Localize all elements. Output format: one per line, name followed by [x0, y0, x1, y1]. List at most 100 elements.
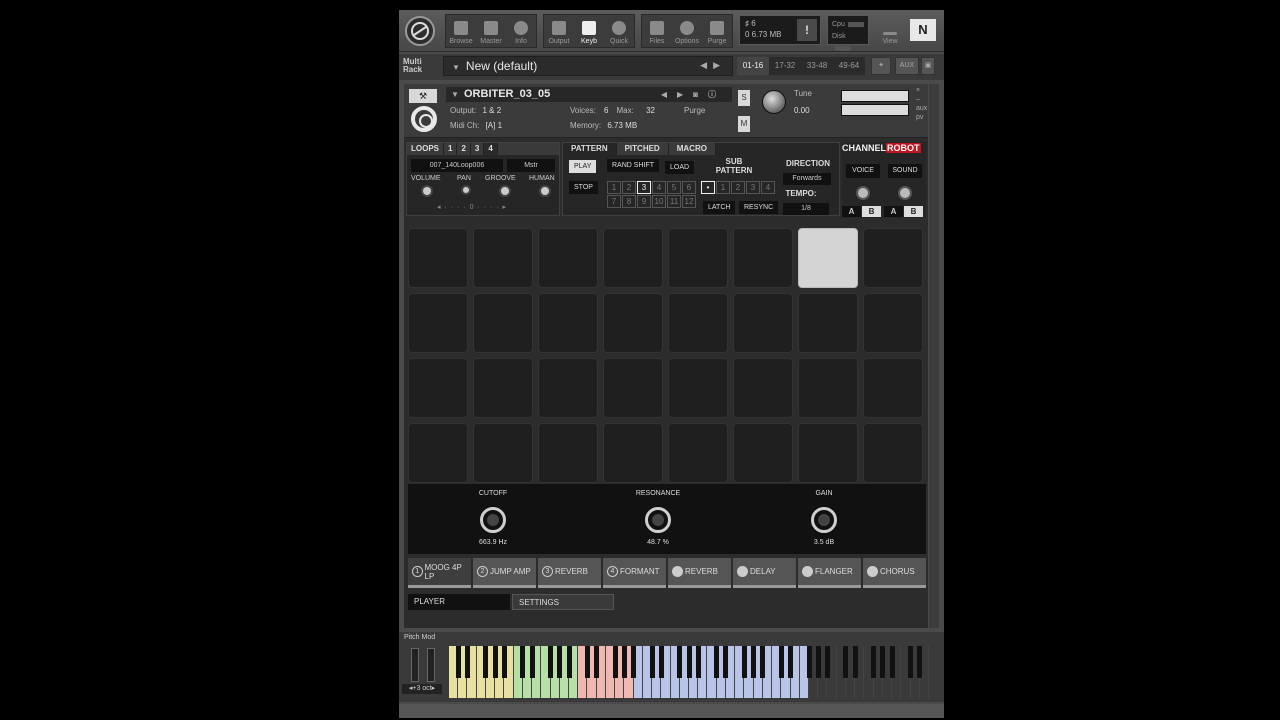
- pad[interactable]: [538, 293, 598, 353]
- pad[interactable]: [408, 358, 468, 418]
- sub-pattern-4[interactable]: 4: [761, 181, 775, 194]
- tab-settings-bottom[interactable]: SETTINGS: [512, 594, 614, 610]
- black-key[interactable]: [852, 646, 858, 678]
- fx-slot-formant[interactable]: 4 FORMANT: [603, 558, 666, 588]
- fx-slot-chorus[interactable]: CHORUS: [863, 558, 926, 588]
- black-key[interactable]: [529, 646, 535, 678]
- info-button[interactable]: Info: [506, 15, 536, 47]
- pad[interactable]: [733, 228, 793, 288]
- pad[interactable]: [408, 423, 468, 483]
- black-key[interactable]: [649, 646, 655, 678]
- pad[interactable]: [668, 358, 728, 418]
- pad[interactable]: [603, 423, 663, 483]
- load-button[interactable]: LOAD: [665, 161, 695, 174]
- cutoff-knob[interactable]: [480, 507, 506, 533]
- pad[interactable]: [473, 358, 533, 418]
- sub-pattern-1[interactable]: 1: [716, 181, 730, 194]
- pattern-num-6[interactable]: 6: [682, 181, 696, 194]
- pad[interactable]: [733, 293, 793, 353]
- warning-button[interactable]: !: [797, 19, 817, 41]
- pad[interactable]: [408, 293, 468, 353]
- pattern-num-11[interactable]: 11: [667, 195, 681, 208]
- pattern-num-9[interactable]: 9: [637, 195, 651, 208]
- sub-pattern-3[interactable]: 3: [746, 181, 760, 194]
- fx-slot-reverb-1[interactable]: 3 REVERB: [538, 558, 601, 588]
- direction-select[interactable]: Forwards: [783, 173, 831, 185]
- bottom-scrollbar[interactable]: [399, 704, 944, 718]
- pad[interactable]: [473, 423, 533, 483]
- black-key[interactable]: [677, 646, 683, 678]
- pad[interactable]: [538, 423, 598, 483]
- rack-page-1[interactable]: 01-16: [737, 57, 769, 75]
- piano-keyboard[interactable]: [449, 646, 929, 698]
- purge-button[interactable]: Purge: [702, 15, 732, 47]
- pad[interactable]: [863, 423, 923, 483]
- fx-slot-moog[interactable]: 1 MOOG 4P LP: [408, 558, 471, 588]
- tab-pattern[interactable]: PATTERN: [563, 143, 617, 155]
- pattern-num-12[interactable]: 12: [682, 195, 696, 208]
- black-key[interactable]: [741, 646, 747, 678]
- pad[interactable]: [798, 228, 858, 288]
- pad[interactable]: [603, 358, 663, 418]
- sound-b-button[interactable]: B: [904, 206, 923, 217]
- black-key[interactable]: [871, 646, 877, 678]
- pad[interactable]: [538, 228, 598, 288]
- quick-button[interactable]: Quick: [604, 15, 634, 47]
- voice-knob[interactable]: [856, 186, 870, 200]
- output-row[interactable]: Output: 1 & 2: [450, 106, 501, 115]
- resync-button[interactable]: RESYNC: [739, 201, 779, 214]
- black-key[interactable]: [714, 646, 720, 678]
- black-key[interactable]: [492, 646, 498, 678]
- stop-button[interactable]: STOP: [569, 181, 598, 194]
- pattern-num-1[interactable]: 1: [607, 181, 621, 194]
- black-key[interactable]: [658, 646, 664, 678]
- black-key[interactable]: [566, 646, 572, 678]
- master-select[interactable]: Mstr: [507, 159, 555, 172]
- black-key[interactable]: [695, 646, 701, 678]
- pad[interactable]: [473, 293, 533, 353]
- black-key[interactable]: [612, 646, 618, 678]
- rand-shift-button[interactable]: RAND SHIFT: [607, 159, 659, 172]
- black-key[interactable]: [760, 646, 766, 678]
- rack-page-2[interactable]: 17-32: [769, 57, 801, 75]
- pad[interactable]: [798, 423, 858, 483]
- voice-button[interactable]: VOICE: [846, 164, 880, 178]
- pad[interactable]: [863, 358, 923, 418]
- loop-tab-4[interactable]: 4: [484, 143, 498, 155]
- pad[interactable]: [798, 358, 858, 418]
- master-button[interactable]: Master: [476, 15, 506, 47]
- pad[interactable]: [668, 228, 728, 288]
- midi-channel-row[interactable]: Midi Ch: [A] 1: [450, 121, 502, 130]
- black-key[interactable]: [621, 646, 627, 678]
- black-key[interactable]: [908, 646, 914, 678]
- voice-b-button[interactable]: B: [862, 206, 881, 217]
- solo-button[interactable]: S: [738, 90, 750, 106]
- tab-pitched[interactable]: PITCHED: [616, 143, 669, 155]
- pad[interactable]: [733, 358, 793, 418]
- pad[interactable]: [668, 423, 728, 483]
- rack-scrollbar[interactable]: [929, 84, 939, 628]
- volume-knob[interactable]: [421, 185, 433, 197]
- black-key[interactable]: [520, 646, 526, 678]
- black-key[interactable]: [483, 646, 489, 678]
- purge-dropdown[interactable]: Purge: [684, 106, 705, 115]
- latch-button[interactable]: LATCH: [703, 201, 736, 214]
- pattern-num-3[interactable]: 3: [637, 181, 651, 194]
- black-key[interactable]: [806, 646, 812, 678]
- instrument-window-controls[interactable]: × – aux pv: [916, 86, 927, 122]
- octave-shift[interactable]: ◂+3 oct▸: [402, 684, 442, 694]
- mod-wheel[interactable]: [427, 648, 435, 682]
- black-key[interactable]: [751, 646, 757, 678]
- sub-pattern-dot[interactable]: •: [701, 181, 715, 194]
- loop-slider[interactable]: ◂ · · · · 0 · · · · ▸: [437, 203, 507, 211]
- black-key[interactable]: [464, 646, 470, 678]
- pad[interactable]: [603, 293, 663, 353]
- instrument-nav-arrows[interactable]: ◀▶◙ⓘ: [661, 87, 726, 102]
- sound-knob[interactable]: [898, 186, 912, 200]
- mute-button[interactable]: M: [738, 116, 750, 132]
- pad[interactable]: [538, 358, 598, 418]
- tab-player[interactable]: PLAYER: [408, 594, 510, 610]
- black-key[interactable]: [455, 646, 461, 678]
- pad[interactable]: [408, 228, 468, 288]
- black-key[interactable]: [501, 646, 507, 678]
